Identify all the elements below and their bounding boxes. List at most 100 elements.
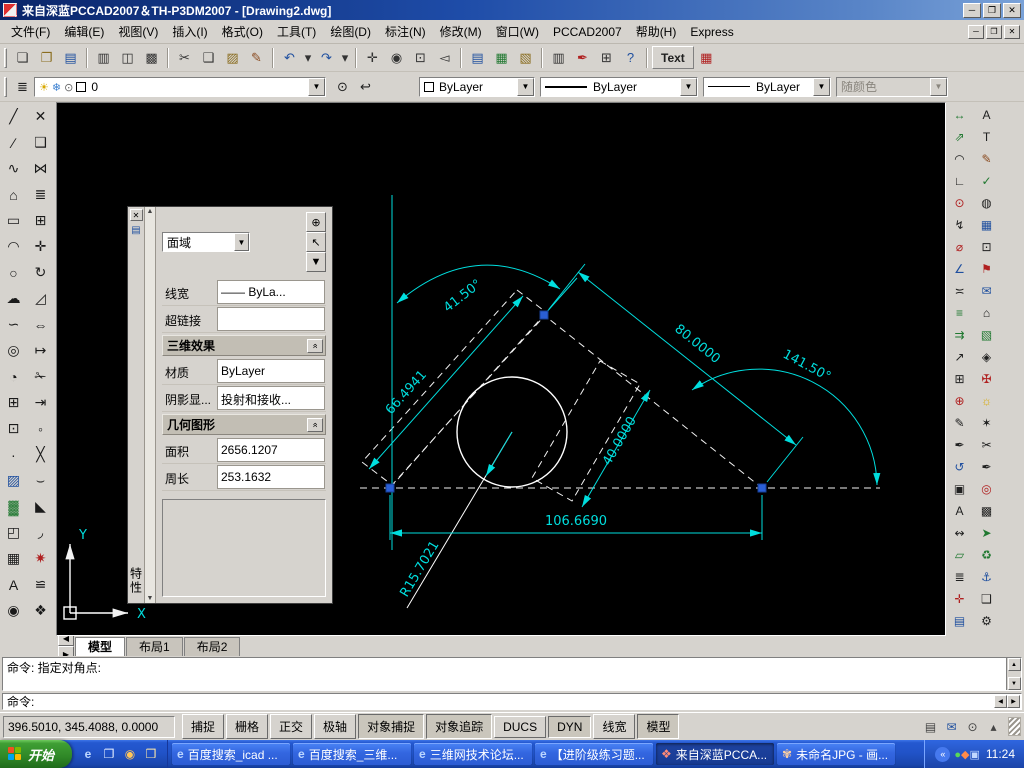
task-practice-doc[interactable]: e 【进阶级练习题...: [535, 743, 654, 765]
scroll-down-icon[interactable]: ▼: [147, 595, 154, 602]
quick-dim-tool[interactable]: ≍: [947, 280, 972, 301]
etransmit-tool[interactable]: ✉: [974, 280, 999, 301]
show-desktop-icon[interactable]: ❐: [100, 745, 118, 763]
point-tool[interactable]: ∙: [1, 442, 26, 467]
dim-jogged-tool[interactable]: ↯: [947, 214, 972, 235]
layer-combo-arrow[interactable]: ▼: [308, 77, 325, 96]
dim-ordinate-tool[interactable]: ∟: [947, 170, 972, 191]
task-baidu-sanwei[interactable]: e 百度搜索_三维...: [293, 743, 412, 765]
area-tool[interactable]: ▱: [947, 544, 972, 565]
erase-tool[interactable]: ✕: [28, 104, 53, 129]
grip-apex[interactable]: [539, 310, 549, 320]
ie-quicklaunch-icon[interactable]: e: [79, 745, 97, 763]
layer-previous-button[interactable]: ↩: [354, 75, 377, 98]
hatch-edit-tool[interactable]: ▧: [974, 324, 999, 345]
star-tool[interactable]: ✶: [974, 412, 999, 433]
region-tool[interactable]: ◰: [1, 520, 26, 545]
格式(O)[interactable]: 格式(O): [215, 19, 270, 44]
scroll-up-icon[interactable]: ▲: [1007, 658, 1021, 671]
target-tool[interactable]: ◎: [974, 478, 999, 499]
color-combo-arrow[interactable]: ▼: [517, 77, 534, 96]
ellipse-tool[interactable]: ◎: [1, 338, 26, 363]
极轴[interactable]: 极轴: [314, 714, 357, 739]
sheet-set-button[interactable]: ▥: [547, 46, 570, 69]
match-properties-button[interactable]: ✎: [245, 46, 268, 69]
layer-manager-button[interactable]: ≣: [11, 75, 34, 98]
table-insert-tool[interactable]: ▦: [974, 214, 999, 235]
minimize-button[interactable]: ─: [963, 2, 981, 18]
revision-cloud-tool[interactable]: ☁: [1, 286, 26, 311]
dim-style-tool[interactable]: ▣: [947, 478, 972, 499]
move-tool[interactable]: ✛: [28, 234, 53, 259]
stretch-tool[interactable]: ⇔: [28, 312, 53, 337]
construction-line-tool[interactable]: ∕: [1, 130, 26, 155]
rotate-tool[interactable]: ↻: [28, 260, 53, 285]
maximize-button[interactable]: ❐: [983, 2, 1001, 18]
command-input[interactable]: 命令: ◀ ▶: [2, 693, 1022, 710]
task-paint-jpg[interactable]: ✾ 未命名JPG - 画...: [777, 743, 896, 765]
toolbar-button[interactable]: [646, 47, 648, 68]
toolbar-button[interactable]: [355, 47, 357, 68]
task-3d-forum[interactable]: e 三维网技术论坛...: [414, 743, 533, 765]
open-button[interactable]: ❐: [35, 46, 58, 69]
zoom-previous-button[interactable]: ◅: [433, 46, 456, 69]
toggle-pickadd-button[interactable]: ⊕: [306, 212, 326, 232]
lineweight-combo[interactable]: ByLayer ▼: [703, 76, 831, 97]
mtext-tool[interactable]: A: [974, 104, 999, 125]
resize-grip[interactable]: [1008, 717, 1021, 736]
pan-button[interactable]: ✛: [361, 46, 384, 69]
布局1[interactable]: 布局1: [126, 636, 183, 656]
mirror-tool[interactable]: ⋈: [28, 156, 53, 181]
dim-text-edit-tool[interactable]: ✒: [947, 434, 972, 455]
undo-button[interactable]: ↶: [278, 46, 301, 69]
property-value[interactable]: [217, 307, 325, 331]
模型[interactable]: 模型: [637, 714, 680, 739]
dim-diameter-tool[interactable]: ⌀: [947, 236, 972, 257]
command-scrollbar[interactable]: ▲ ▼: [1006, 658, 1021, 690]
dim-baseline-tool[interactable]: ≡: [947, 302, 972, 323]
mdi-minimize-button[interactable]: ─: [968, 24, 984, 39]
publish-button[interactable]: ▩: [140, 46, 163, 69]
single-text-tool[interactable]: T: [974, 126, 999, 147]
axis-tool[interactable]: ✠: [974, 368, 999, 389]
模型[interactable]: 模型: [75, 636, 126, 656]
dim-update-tool[interactable]: ↺: [947, 456, 972, 477]
clip-tool[interactable]: ✂: [974, 434, 999, 455]
communication-center-icon[interactable]: ✉: [941, 717, 962, 737]
spell-check-tool[interactable]: ✓: [974, 170, 999, 191]
scroll-left-icon[interactable]: ◀: [994, 695, 1007, 708]
property-value[interactable]: —— ByLa...: [217, 280, 325, 304]
文件(F)[interactable]: 文件(F): [4, 19, 57, 44]
layer-combo[interactable]: ☀ ❄ ⊙ 0 ▼: [34, 76, 326, 97]
dim-edit-tool[interactable]: ✎: [947, 412, 972, 433]
break-tool[interactable]: ╳: [28, 442, 53, 467]
toolbar-grip[interactable]: [4, 47, 7, 68]
scroll-right-icon[interactable]: ▶: [1007, 695, 1020, 708]
qnew-button[interactable]: ❏: [11, 46, 34, 69]
linetype-combo-arrow[interactable]: ▼: [680, 77, 697, 96]
line-tool[interactable]: ╱: [1, 104, 26, 129]
对象捕捉[interactable]: 对象捕捉: [358, 714, 425, 739]
block-attr-tool[interactable]: ◈: [974, 346, 999, 367]
fillet-tool[interactable]: ◞: [28, 520, 53, 545]
绘图(D)[interactable]: 绘图(D): [323, 19, 378, 44]
list-tool[interactable]: ≣: [947, 566, 972, 587]
DUCS[interactable]: DUCS: [494, 715, 547, 738]
mdi-close-button[interactable]: ✕: [1004, 24, 1020, 39]
table-tool[interactable]: ▦: [1, 546, 26, 571]
multiline-text-tool[interactable]: A: [1, 572, 26, 597]
zoom-realtime-button[interactable]: ◉: [385, 46, 408, 69]
toolbar-button[interactable]: [272, 47, 274, 68]
object-type-combo-arrow[interactable]: ▼: [234, 233, 249, 251]
redo-button[interactable]: ↷: [315, 46, 338, 69]
linetype-combo[interactable]: ByLayer ▼: [540, 76, 698, 97]
tray-display-icon[interactable]: ▣: [969, 749, 979, 761]
object-type-combo[interactable]: 面域 ▼: [162, 232, 250, 252]
circle-tool[interactable]: ○: [1, 260, 26, 285]
视图(V)[interactable]: 视图(V): [111, 19, 165, 44]
anchor-tool[interactable]: ⚓: [974, 566, 999, 587]
plot-button[interactable]: ▥: [92, 46, 115, 69]
recycle-tool[interactable]: ♻: [974, 544, 999, 565]
save-button[interactable]: ▤: [59, 46, 82, 69]
undo-list-arrow[interactable]: ▾: [302, 46, 314, 69]
